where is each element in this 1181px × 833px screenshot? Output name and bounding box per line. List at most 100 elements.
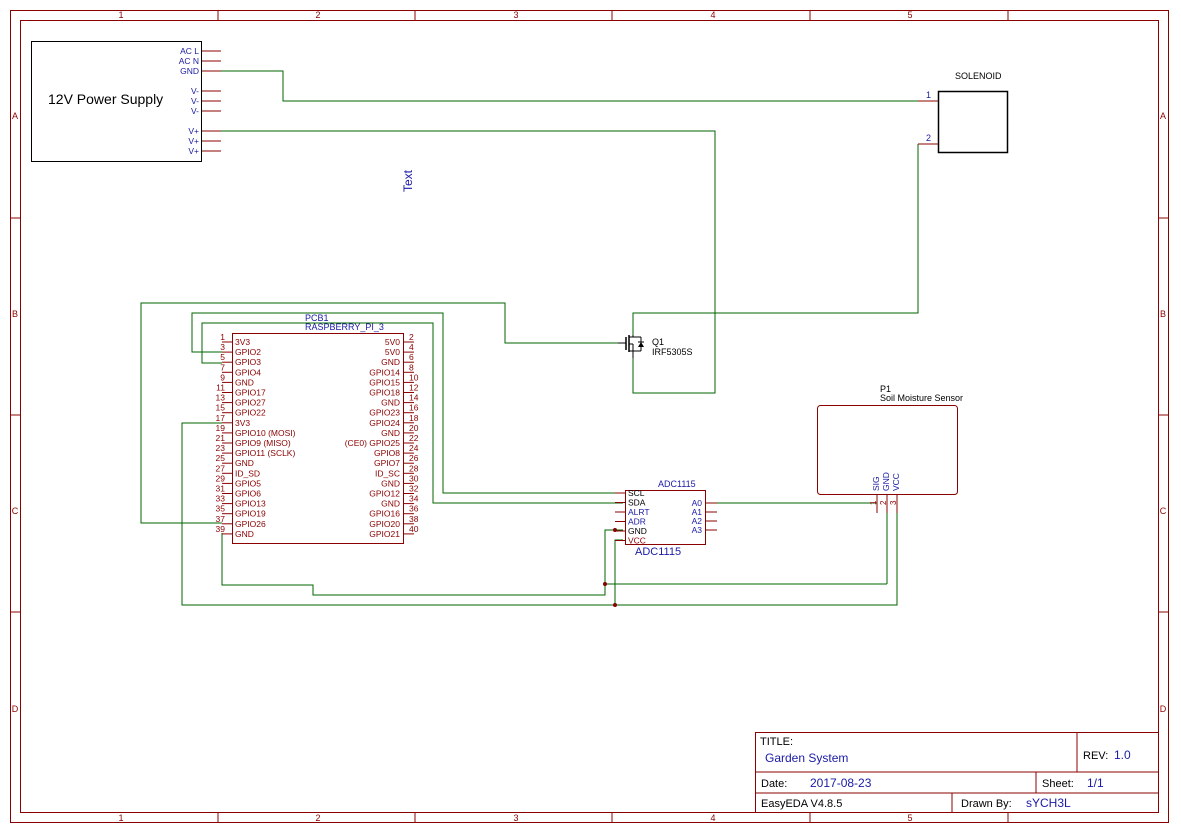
adc-left-pin-label: SCL [628, 488, 645, 498]
sensor-pin-num: 1 [869, 500, 878, 505]
rpi-right-pin-name: GPIO18 [369, 388, 400, 398]
mosfet-designator: Q1 [652, 337, 664, 347]
rpi-left-pin-num: 37 [216, 514, 226, 524]
sensor-pin-name: VCC [891, 473, 901, 491]
rpi-left-pin-num: 25 [216, 453, 226, 463]
power-supply-label: 12V Power Supply [48, 91, 163, 107]
rpi-right-pin-name: 5V0 [385, 347, 400, 357]
rpi-right-pin-num: 30 [409, 473, 419, 483]
rpi-left-pin-name: GND [235, 458, 254, 468]
rpi-right-pin-name: GND [381, 478, 400, 488]
rpi-left-pin-name: GPIO6 [235, 489, 261, 499]
solenoid[interactable]: SOLENOID 1 2 [918, 71, 1009, 154]
psu-pin-label: AC N [179, 56, 199, 66]
date-label: Date: [761, 778, 787, 790]
wire-gnd-solenoid[interactable] [221, 70, 918, 102]
rpi-left-pin-num: 7 [220, 362, 225, 372]
rpi-right-pin-num: 14 [409, 393, 419, 403]
rpi-right-pin-name: GND [381, 428, 400, 438]
power-supply[interactable]: 12V Power Supply [31, 41, 202, 162]
adc-part: ADC1115 [635, 546, 681, 558]
drawn-by-value: sYCH3L [1026, 796, 1071, 810]
frame-col-bottom-5: 5 [907, 813, 912, 823]
rpi-left-pin-num: 27 [216, 463, 226, 473]
rpi-right-pin-name: GPIO20 [369, 519, 400, 529]
rpi-right-pin-name: GPIO15 [369, 377, 400, 387]
frame-col-top-1: 1 [118, 10, 123, 20]
adc-left-pin-label: VCC [628, 536, 646, 546]
frame-col-bottom-1: 1 [118, 813, 123, 823]
sensor-pin-name: GND [881, 472, 891, 491]
rpi-right-pin-name: GPIO7 [374, 458, 400, 468]
rpi-left-pin-num: 17 [216, 413, 226, 423]
rpi-left-pin-name: GND [235, 377, 254, 387]
frame-col-top-5: 5 [907, 10, 912, 20]
wire-a0-sig[interactable] [717, 502, 878, 513]
rpi-right-pin-num: 32 [409, 484, 419, 494]
rpi-right-pin-num: 40 [409, 524, 419, 534]
rpi-right-pin-name: ID_SC [375, 468, 400, 478]
rpi-left-pin-num: 1 [220, 332, 225, 342]
schematic-canvas: 1 2 3 4 5 1 2 3 4 5 A B C D A B C D 12V … [10, 10, 1169, 823]
rpi-left-pin-name: GPIO17 [235, 388, 266, 398]
rpi-left-pin-name: GPIO10 (MOSI) [235, 428, 296, 438]
rpi-left-pin-name: GPIO22 [235, 408, 266, 418]
rpi-right-pin-num: 20 [409, 423, 419, 433]
psu-pin-label: V- [191, 96, 199, 106]
rpi-left-pin-num: 31 [216, 484, 226, 494]
rpi-left-pin-num: 9 [220, 372, 225, 382]
rpi-right-pin-name: GPIO14 [369, 367, 400, 377]
adc-left-pin-label: GND [628, 526, 647, 536]
psu-pin-label: V- [191, 106, 199, 116]
frame-row-right-d: D [1160, 704, 1167, 714]
sensor-pin-name: SIG [871, 476, 881, 491]
frame-col-bottom-4: 4 [710, 813, 715, 823]
rpi-left-pin-num: 23 [216, 443, 226, 453]
title-label: TITLE: [760, 736, 793, 748]
rpi-left-pin-name: GPIO4 [235, 367, 261, 377]
rpi-left-pin-name: 3V3 [235, 337, 250, 347]
rpi-right-pin-num: 10 [409, 372, 419, 382]
rpi-left-pin-num: 29 [216, 473, 226, 483]
frame-row-left-d: D [12, 704, 19, 714]
frame-col-top-3: 3 [513, 10, 518, 20]
frame-row-right-b: B [1160, 309, 1166, 319]
adc-right-pin-label: A3 [692, 525, 703, 535]
rpi-right-pin-name: GPIO23 [369, 408, 400, 418]
adc-left-pin-label: ALRT [628, 507, 650, 517]
frame-row-left-a: A [12, 111, 18, 121]
wire-solenoid-mosfet[interactable] [632, 144, 919, 336]
rpi-right-pin-num: 8 [409, 362, 414, 372]
mosfet-q1[interactable]: Q1 IRF5305S [618, 335, 693, 358]
rpi-right-pin-num: 16 [409, 403, 419, 413]
drawn-by-label: Drawn By: [961, 798, 1012, 810]
rpi-left-pin-num: 39 [216, 524, 226, 534]
frame-row-left-c: C [12, 506, 19, 516]
rpi-part: RASPBERRY_PI_3 [305, 322, 384, 332]
text-annotation[interactable]: Text [401, 169, 415, 192]
rpi-left-pin-num: 13 [216, 393, 226, 403]
adc-left-pin-label: SDA [628, 498, 646, 508]
rpi-right-pin-num: 28 [409, 463, 419, 473]
rpi-right-pin-name: GPIO21 [369, 529, 400, 539]
rpi-right-pin-num: 4 [409, 342, 414, 352]
rpi-right-pin-num: 12 [409, 383, 419, 393]
frame-col-bottom-2: 2 [315, 813, 320, 823]
sensor-pin-num: 2 [879, 500, 888, 505]
frame-col-top-2: 2 [315, 10, 320, 20]
psu-pin-label: V+ [188, 146, 199, 156]
title-block: TITLE: Garden System REV: 1.0 Date: 2017… [755, 732, 1159, 813]
rpi-right-pin-num: 26 [409, 453, 419, 463]
rpi-left-pin-num: 33 [216, 494, 226, 504]
rpi-right-pin-num: 18 [409, 413, 419, 423]
rpi-left-pin-num: 11 [216, 383, 225, 393]
rpi-left-pin-name: 3V3 [235, 418, 250, 428]
date-value: 2017-08-23 [810, 776, 872, 790]
adc-left-pin-label: ADR [628, 517, 646, 527]
rpi-right-pin-name: GPIO16 [369, 509, 400, 519]
rpi-left-pin-name: GPIO5 [235, 478, 261, 488]
rpi-left-pin-num: 15 [216, 403, 226, 413]
adc-designator: ADC1115 [658, 479, 696, 489]
rpi-right-pin-num: 22 [409, 433, 419, 443]
rpi-right-pin-num: 24 [409, 443, 419, 453]
